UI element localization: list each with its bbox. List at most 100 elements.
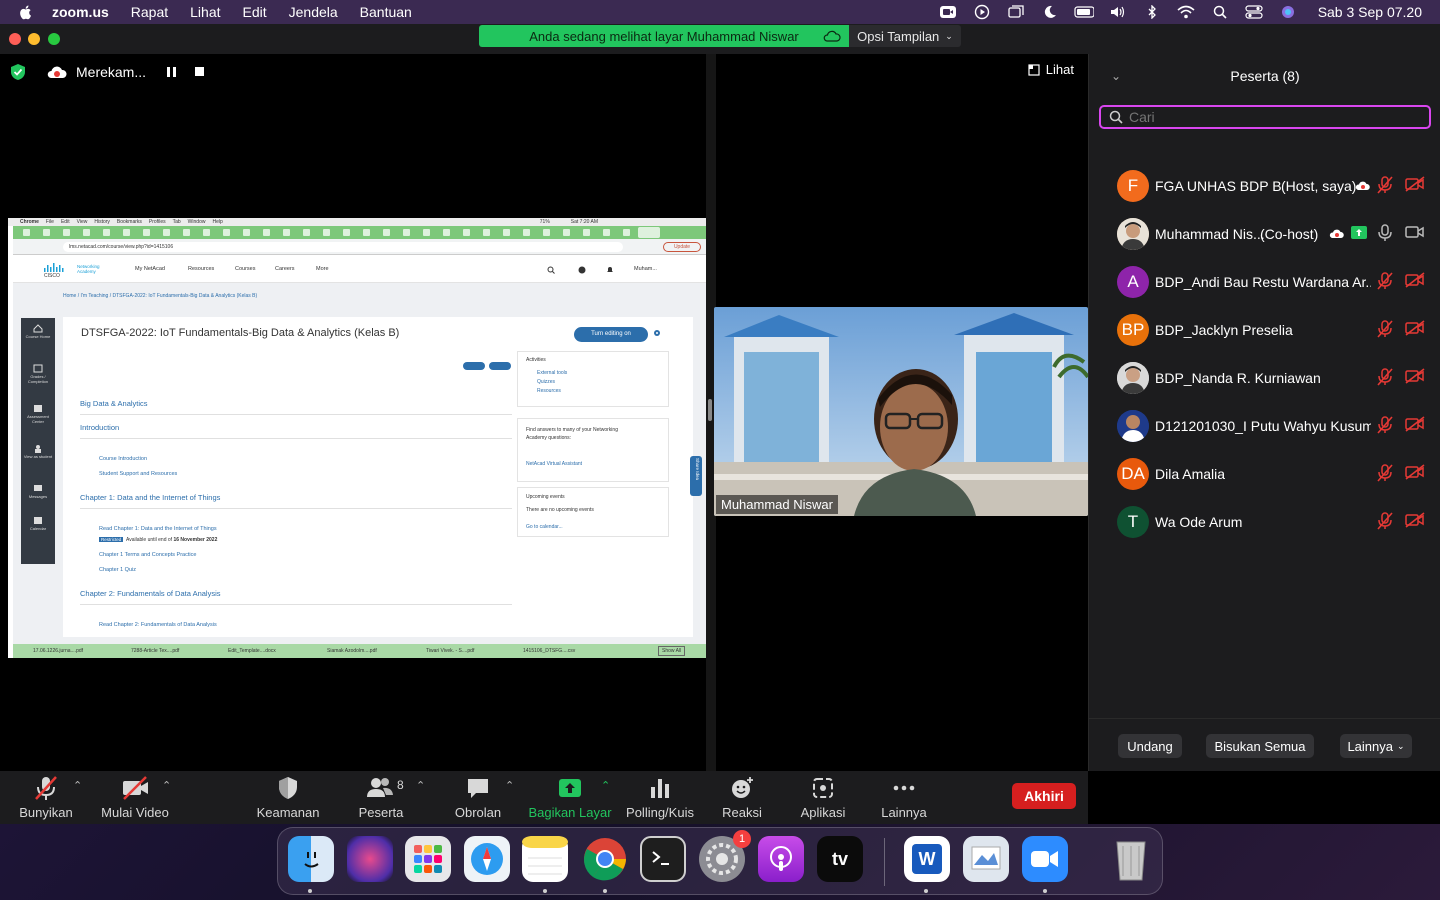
share-screen-button[interactable]: Bagikan Layar [528,775,612,821]
preview-icon[interactable] [963,836,1009,882]
siri-menubar-icon[interactable] [1278,5,1298,19]
launchpad-icon[interactable] [405,836,451,882]
audio-options-caret-icon[interactable]: ⌃ [73,779,82,792]
meeting-toolbar: Bunyikan ⌃ Mulai Video ⌃ Keamanan Pesert… [0,771,1088,824]
battery-icon[interactable] [1074,5,1094,19]
pause-recording-icon[interactable] [166,66,178,78]
view-button[interactable]: Lihat [1028,62,1074,77]
mic-muted-icon[interactable] [1377,320,1393,343]
shared-address-bar: lms.netacad.com/course/view.php?id=14151… [13,239,706,255]
mic-muted-icon[interactable] [1377,416,1393,439]
mic-muted-icon [1377,512,1393,530]
drag-handle[interactable] [708,399,712,421]
menubar-clock[interactable]: Sab 3 Sep 07.20 [1318,4,1422,20]
wifi-icon[interactable] [1176,5,1196,19]
chat-button[interactable]: Obrolan [452,775,504,821]
participants-options-caret-icon[interactable]: ⌃ [416,779,425,792]
reactions-button[interactable]: Reaksi [718,775,766,821]
search-input[interactable] [1129,109,1409,125]
menu-edit[interactable]: Edit [243,4,267,20]
stop-recording-icon[interactable] [194,66,206,78]
trash-icon[interactable] [1108,836,1154,882]
participant-row[interactable]: A BDP_Andi Bau Restu Wardana Ar... [1089,258,1440,306]
nav-more: More [316,266,329,272]
apple-tv-icon[interactable]: tv [817,836,863,882]
video-options-caret-icon[interactable]: ⌃ [162,779,171,792]
moon-icon[interactable] [1040,5,1060,19]
menu-rapat[interactable]: Rapat [131,4,168,20]
polls-button[interactable]: Polling/Kuis [626,775,694,821]
spotlight-search-icon[interactable] [1210,5,1230,19]
control-center-icon[interactable] [1244,5,1264,19]
participant-row[interactable]: F FGA UNHAS BDP B (Host, saya) [1089,162,1440,210]
mic-muted-icon[interactable] [1377,512,1393,535]
minimize-window-button[interactable] [28,33,40,45]
safari-icon[interactable] [464,836,510,882]
view-options-button[interactable]: Opsi Tampilan ⌄ [849,25,961,47]
participant-row[interactable]: BP BDP_Jacklyn Preselia [1089,306,1440,354]
mute-all-button[interactable]: Bisukan Semua [1206,734,1314,758]
menu-bantuan[interactable]: Bantuan [360,4,412,20]
close-window-button[interactable] [9,33,21,45]
participant-row[interactable]: T Wa Ode Arum [1089,498,1440,546]
zoom-icon[interactable] [1022,836,1068,882]
more-toolbar-button[interactable]: Lainnya [878,775,930,821]
section-divider [80,438,512,439]
volume-icon[interactable] [1108,5,1128,19]
mic-muted-icon[interactable] [1377,176,1393,199]
faq-text-1: Find answers to many of your Networking [526,427,618,433]
netacad-logo-text: Networking Academy [77,264,100,274]
apple-icon[interactable] [18,4,34,20]
participant-row[interactable]: BDP_Nanda R. Kurniawan [1089,354,1440,402]
mic-muted-icon[interactable] [1377,464,1393,487]
sidebar-messages: Messages [21,484,55,499]
participant-video-tile[interactable]: Muhammad Niswar [714,307,1088,516]
apps-button[interactable]: Aplikasi [798,775,848,821]
chat-options-caret-icon[interactable]: ⌃ [505,779,514,792]
end-meeting-button[interactable]: Akhiri [1012,783,1076,809]
siri-icon[interactable] [347,836,393,882]
menu-app-name[interactable]: zoom.us [52,4,109,20]
finder-icon[interactable] [288,836,334,882]
zoom-status-icon[interactable] [938,5,958,19]
events-block: Upcoming events There are no upcoming ev… [517,487,669,537]
participant-row[interactable]: D121201030_I Putu Wahyu Kusuma [1089,402,1440,450]
sharing-screen-icon [1351,226,1367,244]
share-options-caret-icon[interactable]: ⌃ [601,779,610,792]
menu-jendela[interactable]: Jendela [289,4,338,20]
mic-icon [1378,224,1392,241]
terminal-icon[interactable] [640,836,686,882]
windows-icon[interactable] [1006,5,1026,19]
podcasts-icon[interactable] [758,836,804,882]
menu-lihat[interactable]: Lihat [190,4,220,20]
system-preferences-icon[interactable]: 1 [699,830,751,882]
play-circle-icon[interactable] [972,4,992,20]
mac-menubar: zoom.us Rapat Lihat Edit Jendela Bantuan… [0,0,1440,24]
start-video-button[interactable]: Mulai Video [100,775,170,821]
participants-panel: ⌄ Peserta (8) F FGA UNHAS BDP B(Host, say… [1088,54,1440,771]
more-button[interactable]: Lainnya ⌄ [1340,734,1412,758]
chrome-icon[interactable] [582,836,628,882]
participant-row[interactable]: DA Dila Amalia [1089,450,1440,498]
participant-video-feed [714,307,1088,516]
invite-button[interactable]: Undang [1118,734,1182,758]
security-button[interactable]: Keamanan [257,775,319,821]
video-off-icon [1405,368,1425,389]
avatar-photo [1117,410,1149,442]
nav-help-icon [578,266,586,274]
participant-search[interactable] [1099,105,1431,129]
word-icon[interactable]: W [904,836,950,882]
student-icon [35,445,41,453]
shared-browser-screen[interactable]: Chrome File Edit View History Bookmarks … [8,218,706,658]
shield-check-icon[interactable] [10,63,26,81]
link-course-introduction: Course Introduction [99,456,147,462]
zoom-window-button[interactable] [48,33,60,45]
mic-muted-icon[interactable] [1377,368,1393,391]
participant-row[interactable]: Muhammad Nis... (Co-host) [1089,210,1440,258]
bluetooth-icon[interactable] [1142,5,1162,19]
mic-icon[interactable] [1377,224,1393,247]
mic-muted-icon[interactable] [1377,272,1393,295]
notes-icon[interactable] [522,836,568,882]
unmute-button[interactable]: Bunyikan [19,775,73,821]
sidebar-course-home: Course Home [21,324,55,339]
